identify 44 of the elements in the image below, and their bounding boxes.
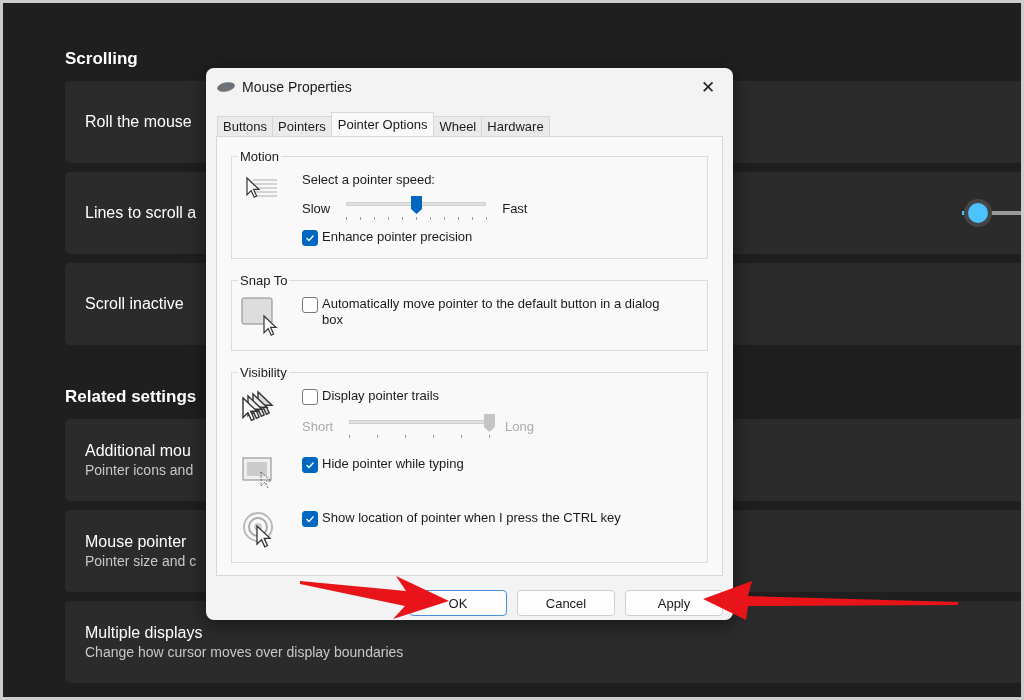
setting-title: Roll the mouse xyxy=(85,113,192,131)
section-heading: Related settings xyxy=(65,387,197,407)
speed-label: Select a pointer speed: xyxy=(302,172,436,187)
check-icon xyxy=(305,514,315,524)
lines-slider[interactable] xyxy=(962,203,1021,223)
tab[interactable]: Pointer Options xyxy=(330,112,435,136)
tab[interactable]: Wheel xyxy=(433,116,483,136)
section-heading: Scrolling xyxy=(65,49,138,69)
group-legend: Motion xyxy=(238,149,282,164)
close-button[interactable]: ✕ xyxy=(693,74,723,100)
mouse-icon xyxy=(216,81,236,93)
checkbox[interactable] xyxy=(302,511,318,527)
check-icon xyxy=(305,233,315,243)
slider-min-label: Short xyxy=(302,418,334,434)
setting-description: Change how cursor moves over display boundaries xyxy=(85,644,404,660)
setting-title: Scroll inactive xyxy=(85,295,184,313)
setting-title: Mouse pointer xyxy=(85,533,188,551)
tab[interactable]: Buttons xyxy=(217,116,274,136)
dialog-button[interactable]: Cancel xyxy=(517,590,615,616)
tab[interactable]: Hardware xyxy=(481,116,550,136)
dialog-button[interactable]: Apply xyxy=(625,590,723,616)
checkbox[interactable] xyxy=(302,230,318,246)
checkbox[interactable] xyxy=(302,389,318,405)
setting-title: Additional mou xyxy=(85,442,192,460)
check-icon xyxy=(305,460,315,470)
setting-description: Pointer size and c xyxy=(85,553,197,569)
checkbox[interactable] xyxy=(302,297,318,313)
checkbox-label[interactable]: Show location of pointer when I press the CTRL key xyxy=(322,510,621,526)
group-legend: Snap To xyxy=(238,273,290,288)
group-legend: Visibility xyxy=(238,365,289,380)
slider-min-label: Slow xyxy=(302,200,331,216)
checkbox-label[interactable]: Automatically move pointer to the default button in a dialog box xyxy=(322,296,672,328)
slider-thumb[interactable] xyxy=(411,196,423,214)
checkbox-label[interactable]: Display pointer trails xyxy=(322,388,440,404)
setting-description: Pointer icons and xyxy=(85,462,194,478)
setting-title: Lines to scroll a xyxy=(85,204,197,222)
slider-max-label: Fast xyxy=(502,200,528,216)
window-title: Mouse Properties xyxy=(242,79,352,95)
checkbox[interactable] xyxy=(302,457,318,473)
tab[interactable]: Pointers xyxy=(272,116,332,136)
checkbox-label[interactable]: Hide pointer while typing xyxy=(322,456,464,472)
checkbox-label[interactable]: Enhance pointer precision xyxy=(322,229,473,245)
setting-title: Multiple displays xyxy=(85,624,204,642)
slider-max-label: Long xyxy=(505,418,534,434)
